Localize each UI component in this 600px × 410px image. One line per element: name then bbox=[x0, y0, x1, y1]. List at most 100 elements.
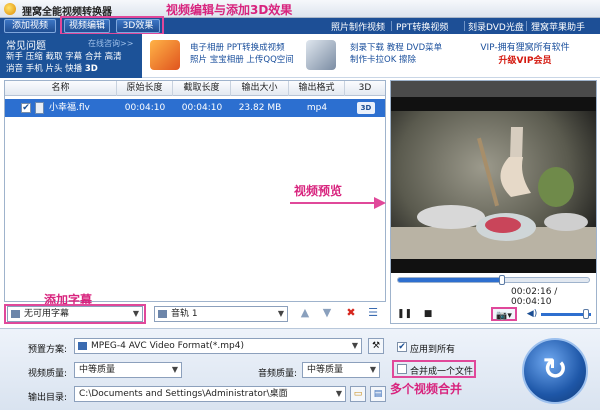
seek-bar[interactable] bbox=[397, 275, 590, 285]
faq-link[interactable]: 快播 bbox=[65, 64, 82, 74]
video-frame-image bbox=[391, 97, 596, 273]
faq-link[interactable]: 手机 bbox=[26, 64, 43, 74]
output-dir-value: C:\Documents and Settings\Administrator\… bbox=[79, 389, 288, 399]
merge-checkbox[interactable] bbox=[397, 364, 407, 374]
annotation-merge: 多个视频合并 bbox=[390, 382, 463, 396]
faq-link[interactable]: 截取 bbox=[45, 52, 62, 62]
tip-photo-line2[interactable]: 照片 宝宝相册 上传QQ空间 bbox=[190, 54, 294, 66]
annotation-arrow-icon bbox=[290, 197, 386, 209]
seek-bar-handle[interactable] bbox=[499, 275, 505, 285]
add-video-button[interactable]: 添加视频 bbox=[4, 19, 56, 33]
chevron-down-icon: ▼ bbox=[351, 341, 358, 350]
chevron-down-icon: ▼ bbox=[369, 365, 376, 374]
pause-button[interactable]: ❚❚ bbox=[397, 307, 412, 321]
table-header: 名称 原始长度 截取长度 输出大小 输出格式 3D bbox=[5, 81, 385, 96]
faq-link[interactable]: 合并 bbox=[85, 52, 102, 62]
subtitle-select-value: 无可用字幕 bbox=[24, 309, 70, 319]
video-screen[interactable] bbox=[391, 97, 596, 273]
toolbar-apple-helper[interactable]: 狸窝苹果助手 bbox=[531, 20, 585, 33]
audio-quality-select[interactable]: 中等质量 ▼ bbox=[302, 362, 380, 378]
faq-link[interactable]: 消音 bbox=[6, 64, 23, 74]
burn-disc-icon[interactable] bbox=[306, 40, 336, 70]
faq-link[interactable]: 高清 bbox=[105, 52, 122, 62]
cell-output-size: 23.82 MB bbox=[238, 103, 282, 113]
output-dir-input[interactable]: C:\Documents and Settings\Administrator\… bbox=[74, 386, 346, 402]
vip-line1[interactable]: VIP-拥有狸窝所有软件 bbox=[455, 42, 595, 55]
tip-burn-line1[interactable]: 刻录下载 教程 DVD菜单 bbox=[350, 42, 442, 54]
preset-select[interactable]: MPEG-4 AVC Video Format(*.mp4) ▼ bbox=[74, 338, 362, 354]
vip-promo[interactable]: VIP-拥有狸窝所有软件 升级VIP会员 bbox=[455, 42, 595, 68]
column-header[interactable]: 输出大小 bbox=[231, 81, 289, 96]
preview-header bbox=[391, 81, 596, 97]
tip-photo-line1[interactable]: 电子相册 PPT转换成视频 bbox=[190, 42, 294, 54]
convert-arrow-icon: ↻ bbox=[542, 352, 568, 387]
chevron-down-icon: ▼ bbox=[277, 309, 284, 318]
column-header[interactable]: 输出格式 bbox=[289, 81, 345, 96]
move-down-icon[interactable]: ▼ bbox=[320, 306, 334, 320]
ppt-album-icon[interactable] bbox=[150, 40, 180, 70]
chevron-down-icon: ▼ bbox=[335, 389, 342, 398]
apply-all-label: 应用到所有 bbox=[410, 345, 456, 355]
convert-button[interactable]: ↻ bbox=[522, 338, 588, 404]
cell-3d-mode[interactable]: 3D bbox=[357, 102, 375, 114]
cell-output-format: mp4 bbox=[306, 103, 328, 113]
faq-link[interactable]: 片头 bbox=[45, 64, 62, 74]
video-quality-value: 中等质量 bbox=[79, 365, 116, 375]
faq-title: 常见问题 bbox=[6, 41, 46, 52]
tips-area: 常见问题 在线咨询>> 新手 压缩 截取 字幕 合并 高清 消音 手机 片头 快… bbox=[0, 34, 600, 78]
faq-online-help-link[interactable]: 在线咨询>> bbox=[88, 38, 133, 49]
tip-burn-line2[interactable]: 制作卡拉OK 擦除 bbox=[350, 54, 442, 66]
settings-wrench-icon[interactable]: ⚒ bbox=[368, 338, 384, 354]
audio-track-icon bbox=[158, 310, 167, 318]
tip-burn[interactable]: 刻录下载 教程 DVD菜单 制作卡拉OK 擦除 bbox=[350, 42, 442, 66]
browse-folder-icon[interactable]: ▭ bbox=[350, 386, 366, 402]
move-up-icon[interactable]: ▲ bbox=[298, 306, 312, 320]
format-icon bbox=[78, 342, 87, 350]
subtitle-icon bbox=[11, 310, 20, 318]
table-row[interactable]: ✔ 小幸福.flv 00:04:10 00:04:10 23.82 MB mp4… bbox=[5, 99, 385, 117]
row-checkbox[interactable]: ✔ bbox=[21, 103, 31, 113]
chevron-down-icon: ▼ bbox=[171, 365, 178, 374]
chevron-down-icon: ▼ bbox=[132, 309, 139, 318]
faq-link[interactable]: 3D bbox=[85, 64, 98, 74]
playback-time: 00:02:16 / 00:04:10 bbox=[511, 287, 558, 307]
column-header[interactable]: 3D bbox=[345, 81, 385, 96]
audio-quality-label: 音频质量: bbox=[258, 369, 298, 379]
preset-value: MPEG-4 AVC Video Format(*.mp4) bbox=[91, 341, 244, 351]
delete-icon[interactable]: ✖ bbox=[344, 306, 358, 320]
audio-track-value: 音轨 1 bbox=[171, 309, 198, 319]
toolbar-photo-to-video[interactable]: 照片制作视频 bbox=[331, 20, 385, 33]
subtitle-audio-bar: 无可用字幕 ▼ 音轨 1 ▼ ▲ ▼ ✖ ☰ bbox=[4, 304, 386, 324]
volume-handle[interactable] bbox=[583, 309, 589, 319]
faq-link[interactable]: 字幕 bbox=[65, 52, 82, 62]
open-folder-icon[interactable]: ▤ bbox=[370, 386, 386, 402]
column-header[interactable]: 截取长度 bbox=[173, 81, 231, 96]
column-header[interactable]: 原始长度 bbox=[117, 81, 173, 96]
faq-link[interactable]: 压缩 bbox=[26, 52, 43, 62]
cell-name: 小幸福.flv bbox=[49, 103, 90, 113]
faq-links: 新手 压缩 截取 字幕 合并 高清 消音 手机 片头 快播 3D bbox=[6, 51, 140, 75]
audio-quality-value: 中等质量 bbox=[307, 365, 344, 375]
video-quality-select[interactable]: 中等质量 ▼ bbox=[74, 362, 182, 378]
toolbar-burn-dvd[interactable]: 刻录DVD光盘 bbox=[468, 20, 524, 33]
vip-upgrade-link[interactable]: 升级VIP会员 bbox=[455, 55, 595, 68]
screenshot-button[interactable]: 📷▾ bbox=[491, 307, 517, 321]
apply-all-checkbox[interactable]: ✔ bbox=[397, 342, 407, 352]
column-header[interactable]: 名称 bbox=[5, 81, 117, 96]
toolbar-ppt-to-video[interactable]: PPT转换视频 bbox=[396, 20, 448, 33]
video-preview-panel: 00:02:16 / 00:04:10 ❚❚ ■ 📷▾ ◀) bbox=[390, 80, 597, 324]
audio-track-select[interactable]: 音轨 1 ▼ bbox=[154, 306, 288, 322]
video-file-icon bbox=[35, 102, 44, 114]
faq-link[interactable]: 新手 bbox=[6, 52, 23, 62]
annotation-edit-3d: 视频编辑与添加3D效果 bbox=[166, 3, 293, 17]
output-dir-label: 输出目录: bbox=[28, 393, 68, 403]
subtitle-select[interactable]: 无可用字幕 ▼ bbox=[7, 306, 143, 322]
merge-label: 合并成一个文件 bbox=[410, 367, 474, 377]
tip-photo-album[interactable]: 电子相册 PPT转换成视频 照片 宝宝相册 上传QQ空间 bbox=[190, 42, 294, 66]
seek-bar-fill bbox=[398, 278, 502, 282]
stop-button[interactable]: ■ bbox=[421, 307, 435, 321]
list-options-icon[interactable]: ☰ bbox=[366, 306, 380, 320]
cell-cut-length: 00:04:10 bbox=[181, 103, 223, 113]
volume-icon[interactable]: ◀) bbox=[525, 307, 539, 321]
preset-label: 预置方案: bbox=[28, 345, 68, 355]
